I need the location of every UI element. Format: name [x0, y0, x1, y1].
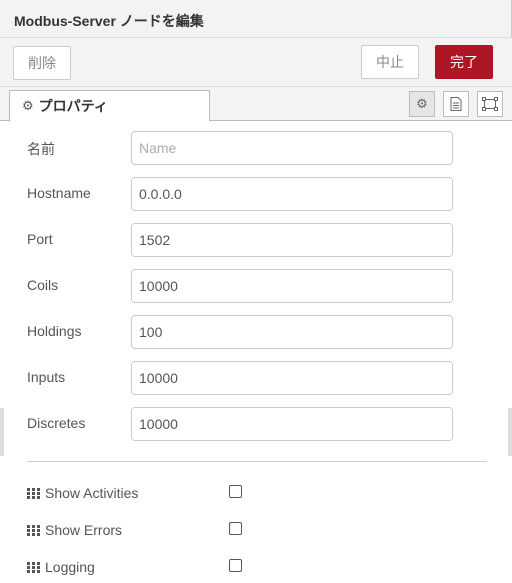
option-show-activities: Show Activities [0, 483, 512, 503]
table-icon [27, 561, 40, 573]
form-row-holdings: Holdings [0, 315, 512, 349]
holdings-label: Holdings [27, 323, 82, 339]
file-icon [450, 97, 462, 111]
form-row-inputs: Inputs [0, 361, 512, 395]
tab-properties-label: プロパティ [38, 98, 108, 114]
properties-form: 名前 Hostname Port Coils Holdings Inputs D… [0, 121, 512, 583]
inputs-input[interactable] [131, 361, 453, 395]
option-logging: Logging [0, 557, 512, 577]
show-activities-text: Show Activities [45, 485, 139, 501]
gear-icon: ⚙ [22, 98, 34, 113]
logging-checkbox[interactable] [229, 559, 242, 572]
inputs-label: Inputs [27, 369, 66, 385]
form-row-name: 名前 [0, 131, 512, 165]
tab-button-appearance[interactable] [477, 91, 503, 117]
resize-handle-left[interactable] [0, 408, 4, 456]
logging-label: Logging [27, 559, 95, 575]
form-row-port: Port [0, 223, 512, 257]
done-button[interactable]: 完了 [435, 45, 493, 79]
tab-bar: ⚙ プロパティ ⚙ [0, 87, 512, 122]
hostname-input[interactable] [131, 177, 453, 211]
discretes-input[interactable] [131, 407, 453, 441]
frame-icon [482, 97, 498, 111]
tray-header: Modbus-Server ノードを編集 [0, 0, 512, 38]
name-input[interactable] [131, 131, 453, 165]
show-errors-checkbox[interactable] [229, 522, 242, 535]
coils-input[interactable] [131, 269, 453, 303]
table-icon [27, 487, 40, 499]
tab-button-description[interactable] [443, 91, 469, 117]
form-row-coils: Coils [0, 269, 512, 303]
port-input[interactable] [131, 223, 453, 257]
gear-icon: ⚙ [416, 96, 428, 111]
discretes-label: Discretes [27, 415, 86, 431]
tab-properties[interactable]: ⚙ プロパティ [9, 90, 210, 122]
section-divider [27, 461, 487, 462]
option-show-errors: Show Errors [0, 520, 512, 540]
show-activities-checkbox[interactable] [229, 485, 242, 498]
table-icon [27, 524, 40, 536]
form-row-discretes: Discretes [0, 407, 512, 441]
delete-button[interactable]: 削除 [13, 46, 71, 80]
cancel-button[interactable]: 中止 [361, 45, 419, 79]
hostname-label: Hostname [27, 185, 91, 201]
name-label: 名前 [27, 141, 55, 157]
tab-button-settings[interactable]: ⚙ [409, 91, 435, 117]
port-label: Port [27, 231, 53, 247]
tray-toolbar: 削除 中止 完了 [0, 38, 512, 87]
coils-label: Coils [27, 277, 59, 293]
form-row-hostname: Hostname [0, 177, 512, 211]
show-errors-label: Show Errors [27, 522, 122, 538]
tray-title: Modbus-Server ノードを編集 [14, 13, 204, 29]
holdings-input[interactable] [131, 315, 453, 349]
logging-text: Logging [45, 559, 95, 575]
resize-handle-right[interactable] [508, 408, 512, 456]
show-errors-text: Show Errors [45, 522, 123, 538]
show-activities-label: Show Activities [27, 485, 138, 501]
